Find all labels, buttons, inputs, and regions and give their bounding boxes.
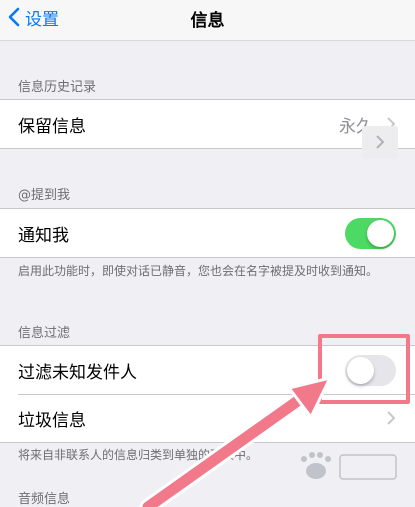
annotation-arrow bbox=[139, 376, 332, 507]
arrow-icon bbox=[139, 376, 332, 507]
